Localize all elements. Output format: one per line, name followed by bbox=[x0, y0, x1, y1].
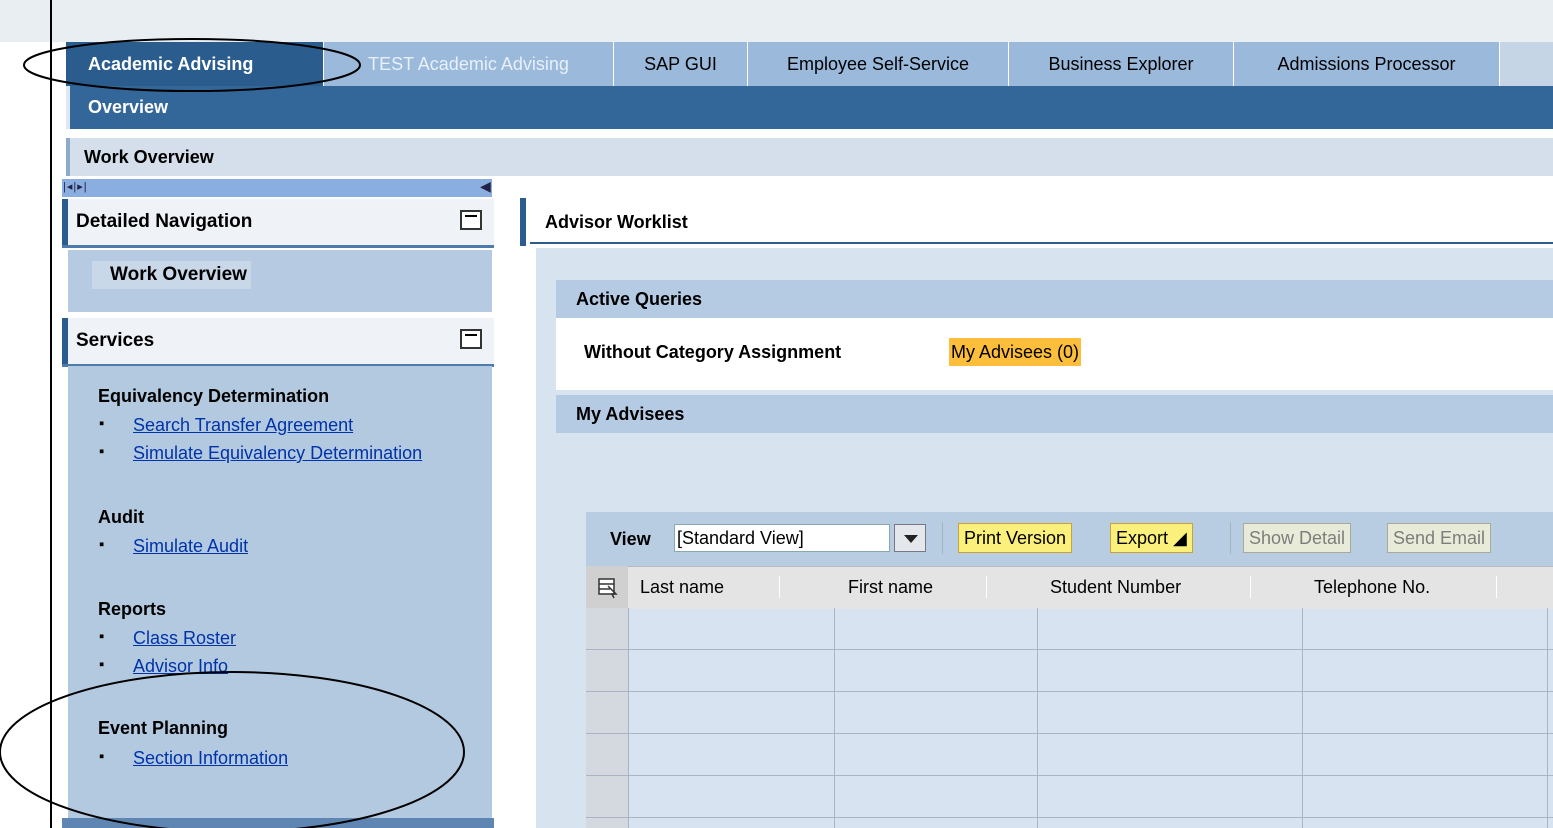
page-title-accent bbox=[66, 138, 70, 176]
table-row[interactable] bbox=[586, 775, 1553, 776]
group-audit: Audit bbox=[98, 507, 144, 527]
group-event-planning: Event Planning bbox=[98, 718, 229, 738]
column-header-telephone[interactable]: Telephone No. bbox=[1314, 566, 1430, 608]
select-all-cell[interactable] bbox=[586, 566, 628, 608]
collapse-panel-icon[interactable]: ◀ bbox=[480, 178, 491, 195]
subtab-overview[interactable]: Overview bbox=[88, 86, 168, 129]
page-top-band bbox=[0, 0, 1553, 42]
category-assignment-label: Without Category Assignment bbox=[584, 342, 842, 362]
view-select[interactable]: [Standard View] bbox=[674, 524, 890, 552]
my-advisees-header bbox=[556, 395, 1553, 433]
table-row[interactable] bbox=[586, 649, 1553, 650]
show-detail-button[interactable]: Show Detail bbox=[1243, 523, 1352, 553]
table-row[interactable] bbox=[586, 817, 1553, 818]
dropdown-arrow-icon[interactable] bbox=[894, 524, 926, 552]
table-settings-icon[interactable] bbox=[586, 566, 628, 608]
column-separator bbox=[779, 576, 780, 598]
column-line bbox=[1037, 608, 1038, 828]
panel-history-arrows-icon[interactable]: |◂|▸| bbox=[63, 180, 88, 194]
active-queries-title: Active Queries bbox=[576, 289, 703, 309]
second-level-nav-edge bbox=[66, 86, 70, 129]
tab-academic-advising[interactable]: Academic Advising bbox=[66, 42, 324, 86]
minimize-icon[interactable] bbox=[460, 329, 482, 349]
column-line bbox=[1547, 608, 1548, 828]
link-advisor-info[interactable]: Advisor Info bbox=[133, 656, 228, 677]
bullet-icon: ▪ bbox=[99, 443, 105, 460]
tab-sap-gui[interactable]: SAP GUI bbox=[614, 42, 748, 86]
view-label: View bbox=[610, 529, 651, 549]
bullet-icon: ▪ bbox=[99, 415, 105, 432]
detailed-navigation-title: Detailed Navigation bbox=[76, 211, 253, 232]
group-reports: Reports bbox=[98, 599, 167, 619]
panel-divider bbox=[62, 245, 494, 248]
column-header-last-name[interactable]: Last name bbox=[640, 566, 724, 608]
bullet-icon: ▪ bbox=[99, 628, 105, 645]
tab-employee-self-service[interactable]: Employee Self-Service bbox=[748, 42, 1009, 86]
column-separator bbox=[986, 576, 987, 598]
table-row[interactable] bbox=[586, 733, 1553, 734]
minimize-icon[interactable] bbox=[460, 210, 482, 230]
nav-panel-toolbar bbox=[62, 179, 492, 197]
toolbar-separator bbox=[1230, 522, 1231, 554]
send-email-button[interactable]: Send Email bbox=[1387, 523, 1492, 553]
print-version-button[interactable]: Print Version bbox=[958, 523, 1073, 553]
link-class-roster[interactable]: Class Roster bbox=[133, 628, 236, 649]
bullet-icon: ▪ bbox=[99, 748, 105, 765]
tab-admissions-processor[interactable]: Admissions Processor bbox=[1234, 42, 1500, 86]
services-header: Services bbox=[62, 318, 494, 364]
column-line bbox=[834, 608, 835, 828]
tab-test-academic-advising[interactable]: TEST Academic Advising bbox=[324, 42, 614, 86]
next-panel-edge bbox=[62, 818, 494, 828]
column-separator bbox=[1496, 576, 1497, 598]
column-header-student-number[interactable]: Student Number bbox=[1050, 566, 1181, 608]
my-advisees-title: My Advisees bbox=[576, 404, 685, 424]
toolbar-separator bbox=[942, 522, 943, 554]
column-line bbox=[628, 608, 629, 828]
second-level-navigation bbox=[66, 86, 1553, 129]
panel-accent bbox=[62, 199, 68, 245]
window-left-border bbox=[50, 0, 52, 828]
column-header-first-name[interactable]: First name bbox=[848, 566, 933, 608]
export-button[interactable]: Export ◢ bbox=[1110, 523, 1193, 553]
link-search-transfer-agreement[interactable]: Search Transfer Agreement bbox=[133, 415, 353, 436]
table-row[interactable] bbox=[586, 691, 1553, 692]
nav-spacer bbox=[52, 130, 1553, 138]
nav-item-work-overview[interactable]: Work Overview bbox=[92, 261, 251, 289]
bullet-icon: ▪ bbox=[99, 536, 105, 553]
detailed-navigation-header: Detailed Navigation bbox=[62, 199, 494, 245]
worklist-accent bbox=[520, 198, 526, 246]
panel-accent bbox=[62, 318, 68, 364]
my-advisees-query-link[interactable]: My Advisees (0) bbox=[949, 338, 1082, 366]
column-separator bbox=[1250, 576, 1251, 598]
active-queries-header bbox=[556, 280, 1553, 318]
services-title: Services bbox=[76, 330, 155, 351]
group-equivalency-determination: Equivalency Determination bbox=[98, 386, 330, 406]
link-section-information[interactable]: Section Information bbox=[133, 748, 288, 769]
row-selector-column bbox=[586, 608, 628, 828]
page-title: Work Overview bbox=[84, 147, 214, 167]
page-title-bar bbox=[66, 138, 1553, 176]
worklist-divider bbox=[530, 242, 1553, 244]
worklist-title: Advisor Worklist bbox=[545, 212, 688, 232]
link-simulate-equivalency-determination[interactable]: Simulate Equivalency Determination bbox=[133, 443, 422, 464]
tab-business-explorer[interactable]: Business Explorer bbox=[1009, 42, 1234, 86]
bullet-icon: ▪ bbox=[99, 656, 105, 673]
column-line bbox=[1302, 608, 1303, 828]
link-simulate-audit[interactable]: Simulate Audit bbox=[133, 536, 248, 557]
